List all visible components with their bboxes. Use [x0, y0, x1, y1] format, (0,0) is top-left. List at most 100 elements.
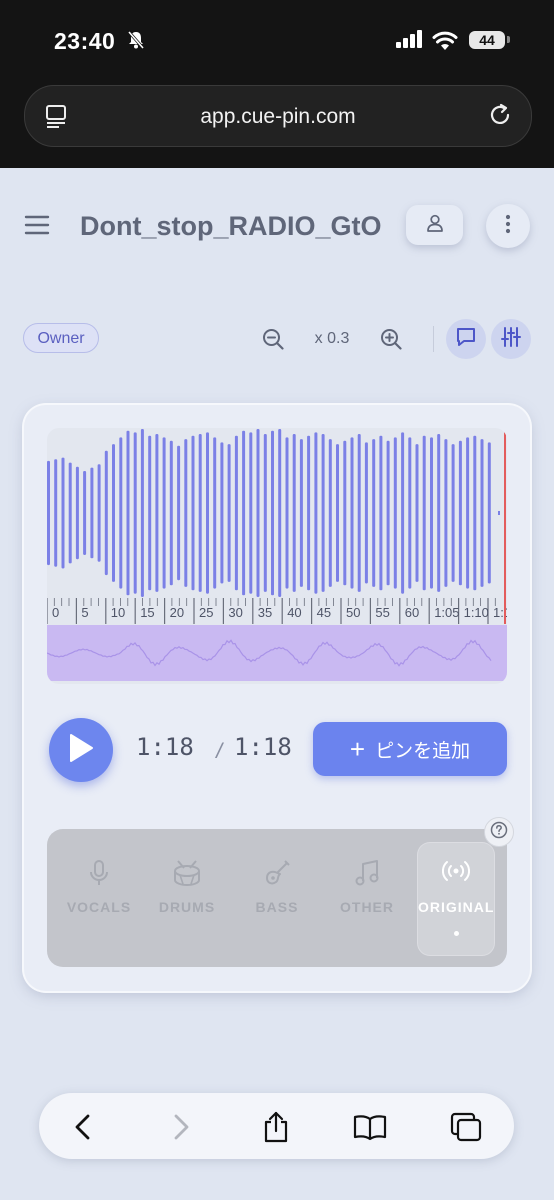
waveform-bar [458, 440, 462, 586]
music-note-icon [323, 859, 411, 887]
help-button[interactable] [484, 817, 514, 847]
toolbar-divider [433, 326, 434, 352]
stem-original[interactable]: ORIGINAL [418, 843, 494, 955]
time-separator: / [214, 739, 226, 761]
waveform-bar [220, 442, 224, 584]
waveform-bar [140, 429, 144, 597]
waveform-bar [422, 435, 426, 591]
zoom-in-icon[interactable] [380, 328, 402, 355]
waveform-bar [379, 435, 383, 591]
waveform-bar [372, 439, 376, 587]
stem-drums[interactable]: DRUMS [143, 829, 231, 967]
playhead[interactable] [504, 428, 506, 624]
waveform-bar [357, 434, 361, 592]
waveform-bar [133, 432, 137, 594]
stem-other[interactable]: OTHER [323, 829, 411, 967]
waveform-bar [437, 434, 441, 592]
stem-vocals[interactable]: VOCALS [55, 829, 143, 967]
stem-label: VOCALS [66, 899, 132, 915]
waveform-bar [299, 439, 303, 587]
waveform-bar [169, 440, 173, 586]
waveform-bar [473, 435, 477, 591]
total-time: 1:18 [234, 733, 292, 761]
browser-bar: app.cue-pin.com [0, 80, 554, 168]
waveform-bar [227, 444, 231, 582]
status-time: 23:40 [54, 28, 116, 54]
waveform-bar [466, 437, 470, 589]
ruler-label: 40 [287, 605, 301, 620]
more-options-button[interactable] [486, 204, 530, 248]
stem-label: ORIGINAL [418, 899, 495, 915]
waveform-bar [256, 429, 260, 597]
add-pin-button[interactable]: + ピンを追加 [313, 722, 507, 776]
waveform-view[interactable]: 0510152025303540455055601:051:101:1 [47, 428, 507, 684]
waveform-bar [292, 434, 296, 592]
stem-selector: VOCALS DRUMS BASS OTHER ORIGINAL [47, 829, 507, 967]
drum-icon [143, 859, 231, 887]
play-icon [68, 733, 94, 768]
zoom-level: x 0.3 [314, 330, 350, 347]
waveform-bar [430, 437, 433, 589]
tabs-icon[interactable] [449, 1110, 483, 1144]
waveform-bar [350, 437, 354, 589]
waveform-bar [112, 444, 115, 582]
waveform-tail [498, 511, 500, 515]
ruler-label: 15 [140, 605, 154, 620]
ruler-label: 20 [170, 605, 184, 620]
waveform-bar [242, 430, 246, 596]
waveform-overview[interactable] [47, 625, 507, 681]
waveform-bar [68, 462, 72, 564]
mixer-button[interactable] [491, 319, 531, 359]
active-indicator-dot [454, 931, 459, 936]
user-button[interactable] [406, 205, 463, 245]
share-icon[interactable] [259, 1110, 293, 1144]
forward-icon[interactable] [164, 1110, 198, 1144]
comments-button[interactable] [446, 319, 486, 359]
stem-label: DRUMS [158, 899, 216, 915]
waveform-bar [126, 430, 130, 596]
time-ruler: 0510152025303540455055601:051:101:1 [47, 598, 507, 624]
waveform-bar [393, 437, 397, 589]
ruler-label: 0 [52, 605, 59, 620]
waveform-bar [314, 432, 318, 594]
waveform-bar [480, 439, 484, 587]
ruler-label: 25 [199, 605, 213, 620]
waveform-bar [90, 467, 94, 559]
overview-wave-path [47, 639, 492, 667]
waveform-bar [54, 459, 58, 567]
waveform-bar [83, 471, 87, 555]
reload-icon[interactable] [487, 102, 513, 133]
waveform-bar [213, 437, 217, 589]
play-button[interactable] [49, 718, 113, 782]
waveform-bar [285, 437, 289, 589]
waveform-bar [119, 437, 123, 589]
back-icon[interactable] [66, 1110, 100, 1144]
ruler-label: 5 [81, 605, 88, 620]
bookmarks-icon[interactable] [353, 1110, 387, 1144]
waveform-bar [343, 440, 347, 586]
waveform-bar [104, 450, 108, 576]
ruler-label: 35 [258, 605, 272, 620]
browser-toolbar [39, 1093, 514, 1159]
stem-label: BASS [255, 899, 299, 915]
guitar-icon [233, 859, 321, 887]
waveform-bar [249, 432, 253, 594]
address-bar[interactable]: app.cue-pin.com [24, 85, 532, 147]
waveform-bar [184, 439, 188, 587]
url-text: app.cue-pin.com [200, 105, 356, 128]
menu-icon[interactable] [24, 214, 50, 241]
page-title: Dont_stop_RADIO_GtOr [80, 211, 382, 241]
status-bar: 23:40 44 [0, 0, 554, 80]
broadcast-icon [418, 859, 494, 883]
player-card: 0510152025303540455055601:051:101:1 1:18… [24, 405, 530, 991]
waveform-bar [234, 435, 238, 591]
waveform-bar [328, 439, 332, 587]
waveform-bar [401, 432, 405, 594]
current-time: 1:18 [136, 733, 194, 761]
zoom-out-icon[interactable] [262, 328, 284, 355]
waveform-bar [191, 435, 195, 591]
waveform-bar [386, 440, 390, 586]
vertical-dots-icon [505, 214, 511, 239]
battery-indicator: 44 [469, 31, 505, 49]
stem-bass[interactable]: BASS [233, 829, 321, 967]
